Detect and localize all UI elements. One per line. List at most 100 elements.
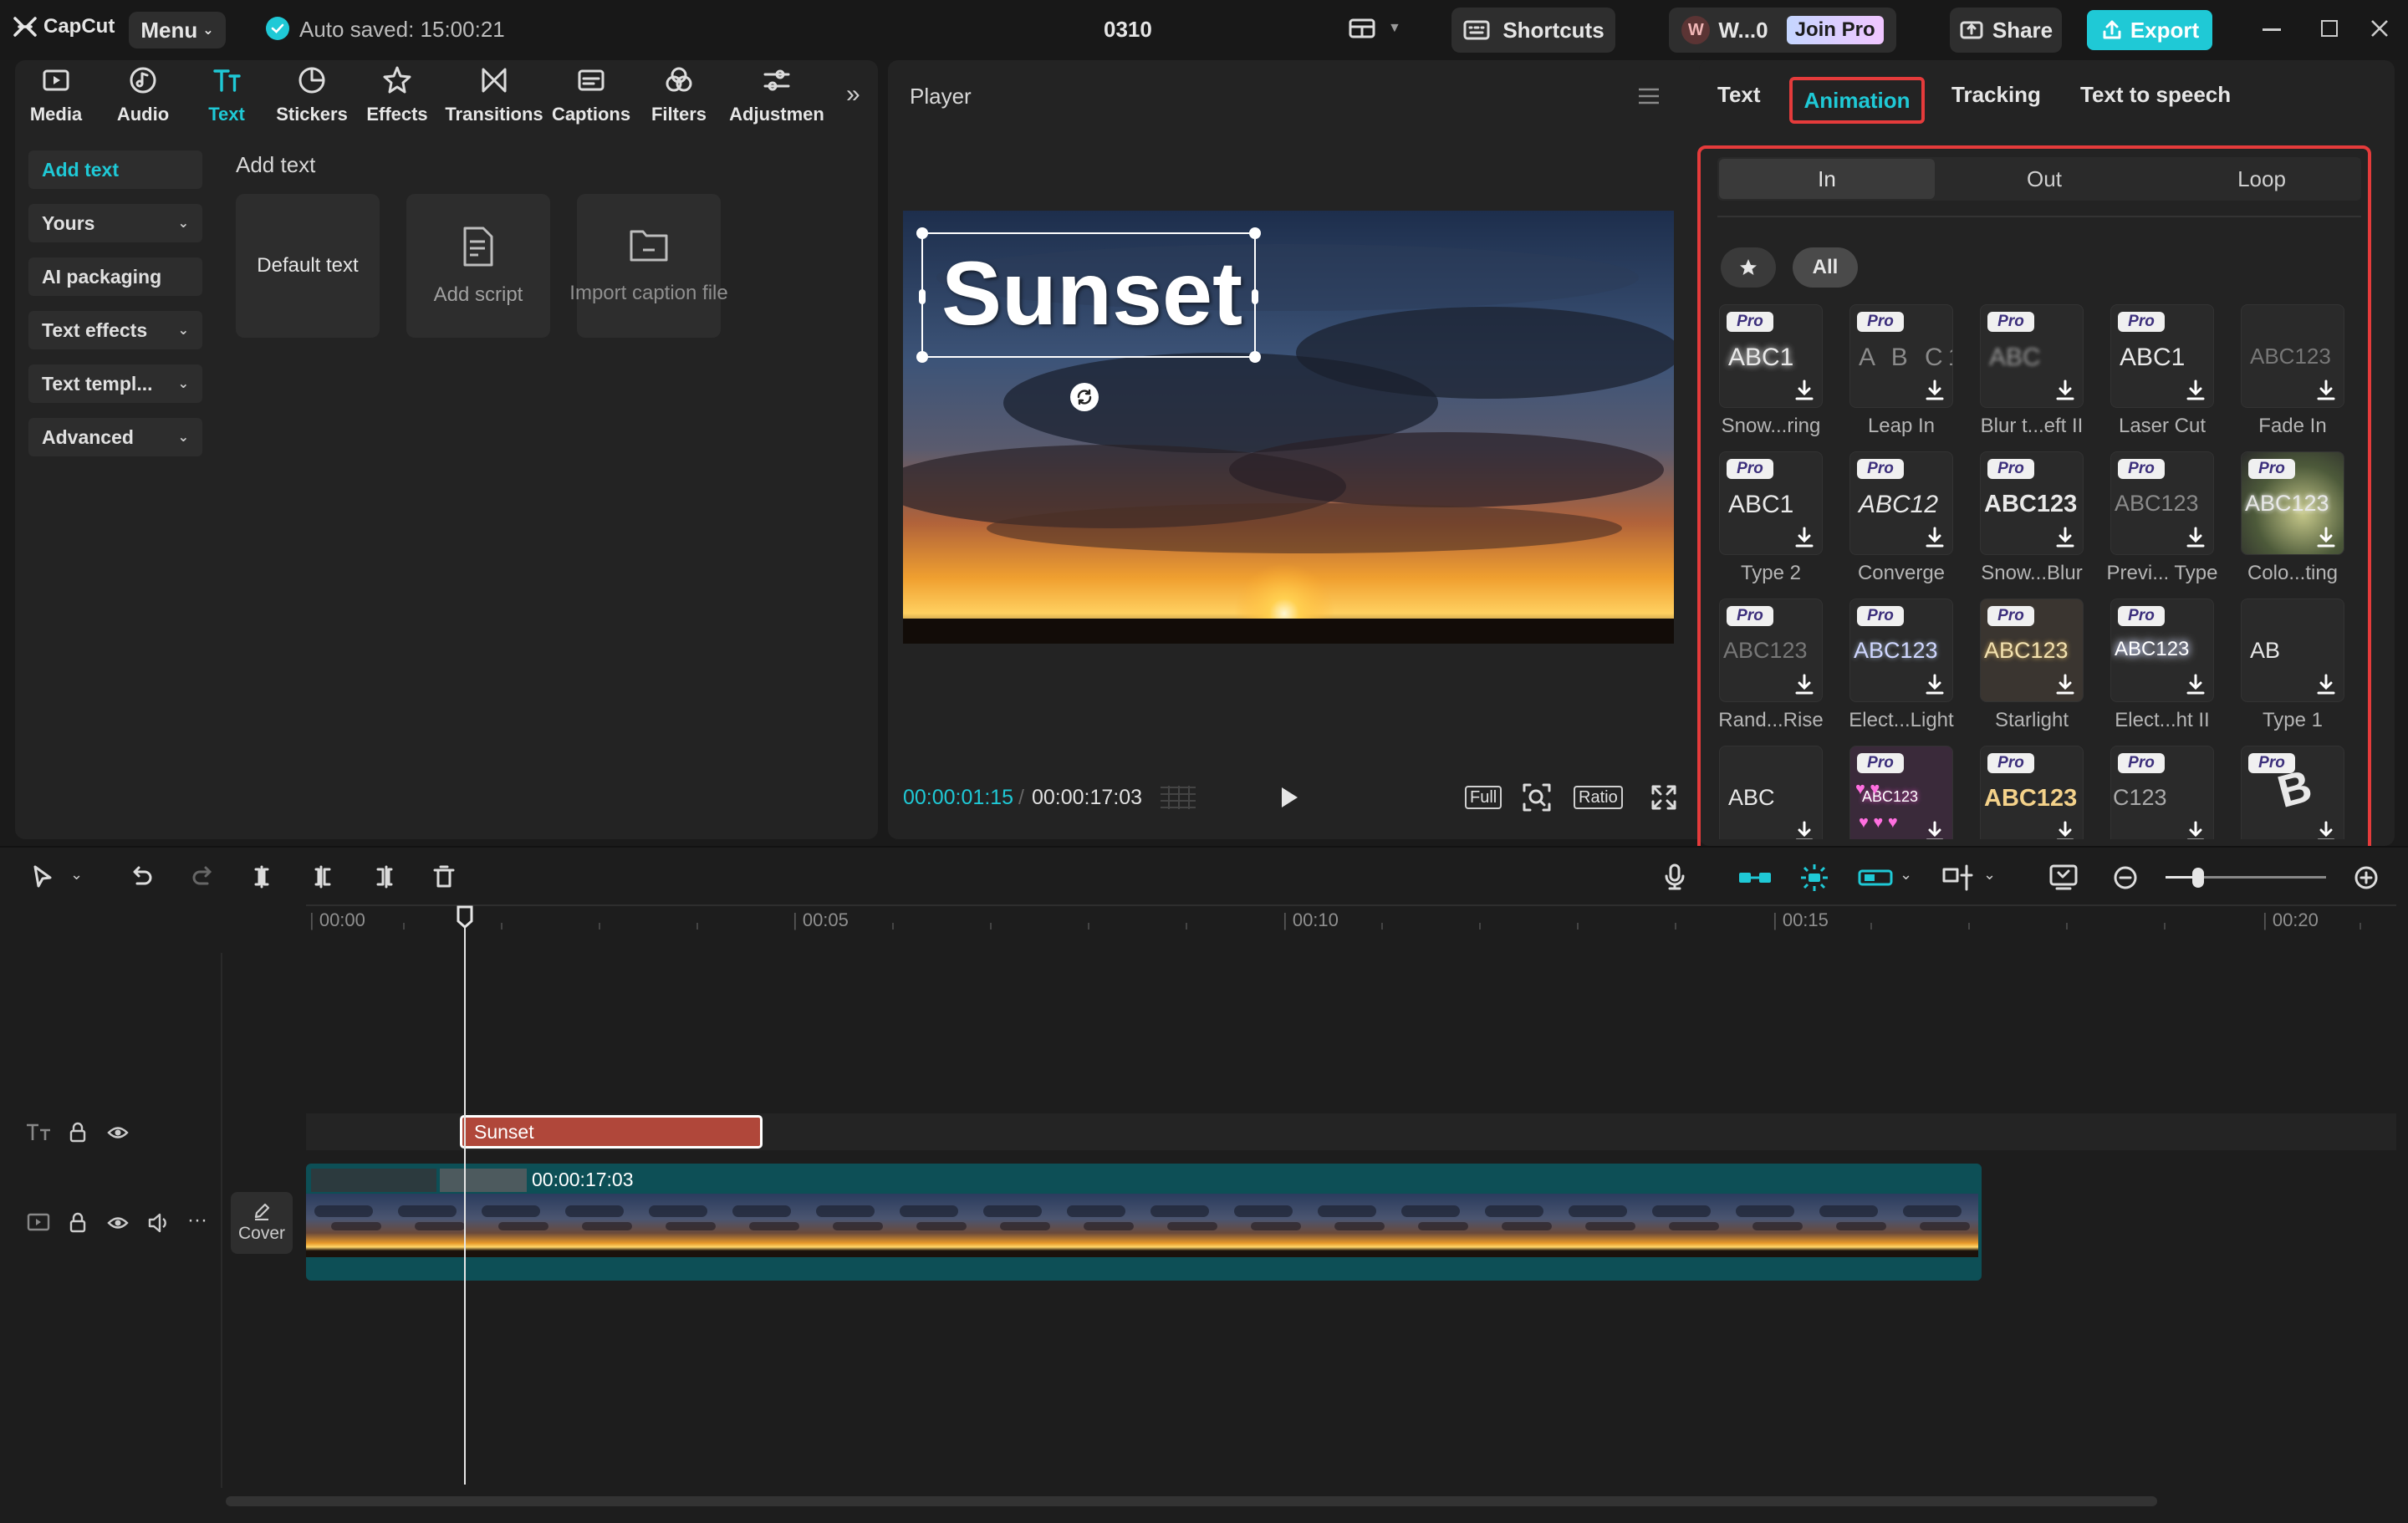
- download-icon[interactable]: [2185, 820, 2206, 839]
- download-icon[interactable]: [1924, 526, 1946, 549]
- tab-text[interactable]: Text: [1717, 82, 1761, 108]
- shortcuts-button[interactable]: Shortcuts: [1451, 8, 1615, 53]
- zoom-fit-icon[interactable]: [1522, 782, 1552, 812]
- link-main-track-icon[interactable]: [1737, 866, 1773, 889]
- undo-icon[interactable]: [129, 864, 154, 889]
- more-tools-icon[interactable]: »: [846, 80, 860, 109]
- sidebar-item-text-effects[interactable]: Text effects ⌄: [28, 311, 202, 349]
- tool-captions[interactable]: Captions: [550, 65, 632, 125]
- full-quality-button[interactable]: Full: [1465, 786, 1502, 809]
- timecode-grid-icon[interactable]: [1159, 784, 1197, 811]
- video-preview[interactable]: Sunset: [903, 211, 1674, 644]
- download-icon[interactable]: [2315, 673, 2337, 696]
- zoom-in-icon[interactable]: [2353, 864, 2380, 891]
- download-icon[interactable]: [2315, 820, 2337, 839]
- project-name[interactable]: 0310: [1104, 17, 1152, 43]
- menu-button[interactable]: Menu ⌄: [129, 12, 226, 48]
- hamburger-icon[interactable]: [1637, 87, 1661, 105]
- resize-handle[interactable]: [919, 289, 926, 304]
- chevron-down-icon[interactable]: ⌄: [1983, 866, 1996, 884]
- redo-icon[interactable]: [191, 864, 216, 889]
- download-icon[interactable]: [1793, 673, 1815, 696]
- playhead[interactable]: [464, 916, 466, 1485]
- tool-filters[interactable]: Filters: [645, 65, 712, 125]
- text-clip[interactable]: Sunset: [460, 1115, 763, 1149]
- tool-stickers[interactable]: Stickers: [273, 65, 351, 125]
- resize-handle[interactable]: [1252, 289, 1258, 304]
- subtab-in[interactable]: In: [1719, 159, 1935, 199]
- download-icon[interactable]: [1793, 526, 1815, 549]
- download-icon[interactable]: [1924, 673, 1946, 696]
- linkage-icon[interactable]: [1858, 866, 1893, 889]
- sidebar-item-advanced[interactable]: Advanced ⌄: [28, 418, 202, 456]
- resize-handle[interactable]: [1249, 227, 1261, 239]
- split-icon[interactable]: [249, 864, 274, 889]
- cover-button[interactable]: Cover: [231, 1192, 293, 1254]
- timeline-scrollbar[interactable]: [226, 1496, 2157, 1506]
- download-icon[interactable]: [2315, 379, 2337, 402]
- snap-icon[interactable]: [1798, 861, 1831, 894]
- microphone-icon[interactable]: [1662, 863, 1687, 891]
- volume-icon[interactable]: [147, 1212, 171, 1234]
- resize-handle[interactable]: [1249, 351, 1261, 363]
- lock-icon[interactable]: [69, 1212, 87, 1234]
- all-filter[interactable]: All: [1793, 247, 1858, 288]
- layout-button[interactable]: ▼: [1348, 17, 1401, 40]
- download-icon[interactable]: [2185, 526, 2206, 549]
- sidebar-item-text-templates[interactable]: Text templ... ⌄: [28, 364, 202, 403]
- export-button[interactable]: Export: [2087, 10, 2212, 50]
- join-pro-button[interactable]: Join Pro: [1786, 16, 1884, 44]
- ratio-button[interactable]: Ratio: [1574, 786, 1623, 809]
- playhead-handle[interactable]: [456, 904, 474, 930]
- download-icon[interactable]: [2054, 673, 2076, 696]
- subtab-loop[interactable]: Loop: [2154, 159, 2370, 199]
- text-selection-box[interactable]: Sunset: [916, 227, 1261, 363]
- tab-text-to-speech[interactable]: Text to speech: [2080, 82, 2231, 108]
- select-cursor-icon[interactable]: [30, 864, 55, 889]
- download-icon[interactable]: [2185, 673, 2206, 696]
- tab-tracking[interactable]: Tracking: [1951, 82, 2041, 108]
- default-text-card[interactable]: Default text: [236, 194, 380, 338]
- download-icon[interactable]: [2054, 379, 2076, 402]
- favorites-filter[interactable]: [1721, 247, 1776, 288]
- download-icon[interactable]: [2185, 379, 2206, 402]
- fullscreen-icon[interactable]: [1650, 784, 1677, 811]
- tool-text[interactable]: Text: [196, 65, 258, 125]
- chevron-down-icon[interactable]: ⌄: [70, 866, 83, 884]
- preview-axis-icon[interactable]: [1941, 863, 1975, 893]
- tab-animation[interactable]: Animation: [1789, 77, 1925, 124]
- zoom-out-icon[interactable]: [2112, 864, 2139, 891]
- minimize-icon[interactable]: [2263, 28, 2281, 31]
- tool-adjustment[interactable]: Adjustmen: [727, 65, 826, 125]
- download-icon[interactable]: [1793, 379, 1815, 402]
- eye-icon[interactable]: [107, 1214, 129, 1232]
- chevron-down-icon[interactable]: ⌄: [1900, 866, 1912, 884]
- download-icon[interactable]: [2054, 820, 2076, 839]
- download-icon[interactable]: [2054, 526, 2076, 549]
- download-icon[interactable]: [2315, 526, 2337, 549]
- download-icon[interactable]: [1924, 820, 1946, 839]
- play-icon[interactable]: [1279, 786, 1299, 809]
- resize-handle[interactable]: [916, 227, 928, 239]
- split-left-icon[interactable]: [311, 864, 336, 889]
- subtab-out[interactable]: Out: [1936, 159, 2152, 199]
- zoom-slider-handle[interactable]: [2192, 868, 2204, 888]
- tool-media[interactable]: Media: [25, 65, 87, 125]
- add-script-card[interactable]: Add script: [406, 194, 550, 338]
- close-icon[interactable]: [2370, 18, 2390, 38]
- eye-icon[interactable]: [107, 1123, 129, 1142]
- download-icon[interactable]: [1924, 379, 1946, 402]
- share-button[interactable]: Share: [1950, 8, 2062, 53]
- lock-icon[interactable]: [69, 1122, 87, 1144]
- maximize-icon[interactable]: [2321, 20, 2338, 37]
- download-icon[interactable]: [1793, 820, 1815, 839]
- video-clip[interactable]: 00:00:17:03: [306, 1164, 1982, 1281]
- split-right-icon[interactable]: [371, 864, 396, 889]
- rotate-icon[interactable]: [1070, 383, 1099, 411]
- tool-transitions[interactable]: Transitions: [445, 65, 543, 125]
- more-options-icon[interactable]: ···: [187, 1209, 207, 1232]
- import-caption-card[interactable]: Import caption file: [569, 194, 728, 338]
- resize-handle[interactable]: [916, 351, 928, 363]
- tool-effects[interactable]: Effects: [363, 65, 431, 125]
- sidebar-item-add-text[interactable]: Add text: [28, 150, 202, 189]
